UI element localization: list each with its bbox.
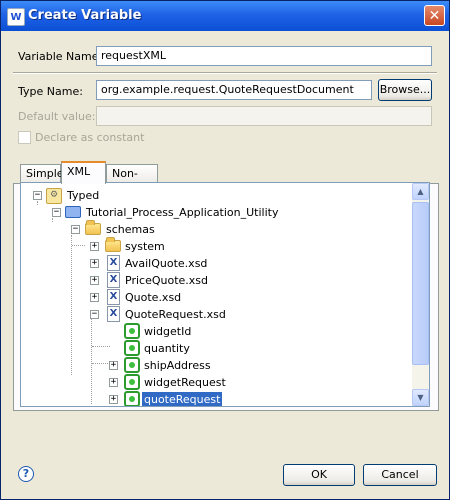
app-icon: W xyxy=(7,8,25,26)
xsd-file-icon: X xyxy=(107,306,120,322)
tree-node-label: Quote.xsd xyxy=(125,291,182,304)
expand-icon[interactable]: + xyxy=(90,242,99,251)
project-folder-icon xyxy=(65,206,81,218)
tree-node-label: widgetId xyxy=(144,325,192,338)
tree-line xyxy=(72,245,85,246)
tree-node-label-selected: quoteRequest xyxy=(142,392,223,406)
expand-icon[interactable]: + xyxy=(109,361,118,370)
element-icon xyxy=(124,340,140,356)
tab-xml[interactable]: XML xyxy=(61,161,106,184)
tree-line xyxy=(92,346,110,347)
expand-icon[interactable]: + xyxy=(109,378,118,387)
default-value-label: Default value: xyxy=(18,110,96,123)
element-icon xyxy=(124,323,140,339)
title-bar[interactable]: W Create Variable ✕ xyxy=(1,1,449,31)
tree-line xyxy=(92,363,110,364)
cancel-button[interactable]: Cancel xyxy=(363,464,437,486)
tab-simple[interactable]: Simple xyxy=(20,164,64,183)
tree-line xyxy=(52,218,53,222)
tree-line xyxy=(91,318,92,404)
element-icon xyxy=(124,357,140,373)
collapse-icon[interactable]: − xyxy=(90,310,99,319)
tree-node-label: quantity xyxy=(144,342,190,355)
tree-node-label: AvailQuote.xsd xyxy=(125,257,208,270)
close-button[interactable]: ✕ xyxy=(424,5,445,26)
collapse-icon[interactable]: − xyxy=(52,208,61,217)
default-value-field[interactable] xyxy=(96,106,432,126)
collapse-icon[interactable]: − xyxy=(33,191,42,200)
tree-node-label: PriceQuote.xsd xyxy=(125,274,208,287)
expand-icon[interactable]: + xyxy=(109,395,118,404)
variable-name-label: Variable Name: xyxy=(18,50,103,63)
tab-non-xml[interactable]: Non-XML xyxy=(106,164,158,197)
xsd-file-icon: X xyxy=(107,272,120,288)
declare-constant-label: Declare as constant xyxy=(35,131,145,144)
ok-button[interactable]: OK xyxy=(283,464,355,486)
xsd-file-icon: X xyxy=(107,289,120,305)
scroll-down-icon[interactable]: ▼ xyxy=(412,389,429,406)
expand-icon[interactable]: + xyxy=(90,259,99,268)
type-name-field[interactable]: org.example.request.QuoteRequestDocument xyxy=(96,80,372,100)
dialog-title: Create Variable xyxy=(28,8,142,23)
tree-line xyxy=(37,201,38,205)
tree-node-label: Tutorial_Process_Application_Utility xyxy=(86,206,279,219)
element-icon xyxy=(124,374,140,390)
type-tree: − Typed − Tutorial_Process_Application_U… xyxy=(20,182,430,407)
xsd-file-icon: X xyxy=(107,255,120,271)
folder-icon xyxy=(85,220,101,235)
variable-name-field[interactable]: requestXML xyxy=(96,46,432,66)
tree-node-label: shipAddress xyxy=(144,359,211,372)
scroll-thumb[interactable] xyxy=(412,202,429,365)
create-variable-dialog: W Create Variable ✕ Variable Name: reque… xyxy=(0,0,450,500)
collapse-icon[interactable]: − xyxy=(71,225,80,234)
expand-icon[interactable]: + xyxy=(90,276,99,285)
tree-node-label: QuoteRequest.xsd xyxy=(125,308,226,321)
type-name-label: Type Name: xyxy=(18,85,83,98)
element-icon xyxy=(124,391,140,406)
tree-line xyxy=(71,235,72,375)
separator xyxy=(13,72,437,74)
tree-node-label: Typed xyxy=(67,189,100,202)
help-icon[interactable]: ? xyxy=(18,466,34,482)
scroll-up-icon[interactable]: ▲ xyxy=(412,183,429,200)
tree-scrollbar[interactable]: ▲ ▼ xyxy=(412,183,429,406)
tree-node-label: widgetRequest xyxy=(144,376,226,389)
tree-node-label: system xyxy=(125,240,165,253)
typed-icon xyxy=(46,188,62,204)
declare-constant-checkbox[interactable] xyxy=(18,131,31,144)
folder-icon xyxy=(105,237,121,252)
tree-node-label: schemas xyxy=(106,223,155,236)
expand-icon[interactable]: + xyxy=(90,293,99,302)
browse-button[interactable]: Browse... xyxy=(378,79,432,101)
